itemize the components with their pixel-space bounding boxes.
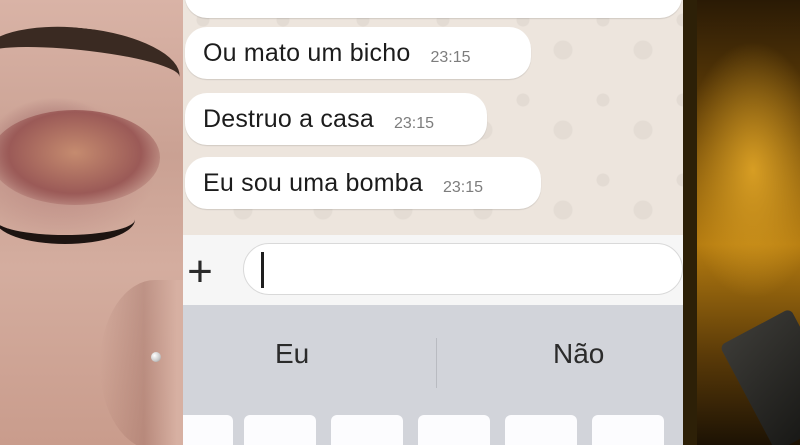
message-input[interactable] [243,243,683,295]
eyebrow [0,17,183,116]
message-bubble[interactable]: Ou mato um bicho 23:15 [185,27,531,79]
keyboard-key[interactable] [505,415,577,445]
message-time: 23:15 [430,49,471,66]
keyboard-key[interactable] [592,415,664,445]
nose [100,280,183,445]
message-bubble[interactable]: Eu sou uma bomba 23:15 [185,157,541,209]
eyelashes [0,195,135,244]
bruised-eyelid [0,110,160,205]
message-bubble-cut-off [185,0,682,18]
message-time: 23:15 [393,115,434,132]
message-text: Ou mato um bicho [203,38,411,67]
nose-piercing [151,352,161,362]
keyboard-suggestion[interactable]: Eu [275,338,309,370]
left-photo-eye-closeup [0,0,183,445]
plus-icon[interactable]: + [183,250,217,294]
message-text: Destruo a casa [203,104,374,133]
suggestion-divider [436,338,437,388]
right-photo-dim-room [683,0,800,445]
keyboard-suggestion[interactable]: Não [553,338,604,370]
keyboard-key[interactable] [331,415,403,445]
message-text: Eu sou uma bomba [203,168,423,197]
chat-screenshot: Ou mato um bicho 23:15 Destruo a casa 23… [183,0,683,445]
keyboard-key[interactable] [244,415,316,445]
keyboard-key[interactable] [418,415,490,445]
dark-object [719,308,800,445]
message-bubble[interactable]: Destruo a casa 23:15 [185,93,487,145]
text-cursor [261,252,264,288]
message-time: 23:15 [443,179,484,196]
keyboard-key[interactable] [183,415,233,445]
photo-edge [683,0,697,445]
